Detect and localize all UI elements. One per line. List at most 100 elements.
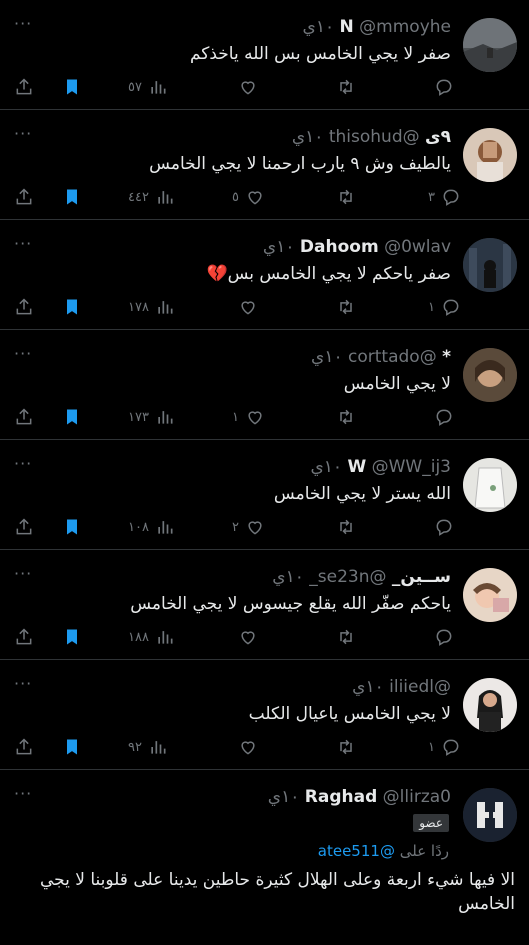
tweet-actions: ١ ١٧٣	[0, 404, 529, 430]
like-button[interactable]	[232, 74, 258, 100]
display-name[interactable]: *	[442, 347, 451, 367]
reply-button[interactable]	[428, 514, 454, 540]
avatar[interactable]	[463, 458, 517, 512]
reply-button[interactable]	[428, 404, 454, 430]
retweet-button[interactable]	[336, 514, 362, 540]
avatar[interactable]	[463, 238, 517, 292]
bookmark-button[interactable]	[62, 404, 82, 430]
timestamp[interactable]: ١٠ي	[268, 787, 300, 807]
avatar[interactable]	[463, 128, 517, 182]
reply-button[interactable]: ١	[428, 294, 461, 320]
bookmark-button[interactable]	[62, 74, 82, 100]
more-icon[interactable]: ···	[14, 124, 32, 143]
tweet[interactable]: ســين_ @se23n_ ١٠ي ··· ياحكم صفّر الله ي…	[0, 550, 529, 660]
views-button[interactable]: ٥٧	[128, 74, 168, 100]
timestamp[interactable]: ١٠ي	[263, 237, 295, 257]
views-button[interactable]: ٤٤٢	[128, 184, 175, 210]
tweet[interactable]: * @corttado ١٠ي ··· لا يجي الخامس ١ ١٧٣	[0, 330, 529, 440]
tweet[interactable]: Dahoom @0wlav ١٠ي ··· صفر ياحكم لا يجي ا…	[0, 220, 529, 330]
avatar[interactable]	[463, 678, 517, 732]
display-name[interactable]: ســين_	[392, 567, 451, 587]
display-name[interactable]: N	[340, 17, 354, 37]
avatar[interactable]	[463, 348, 517, 402]
views-icon	[155, 517, 175, 537]
like-button[interactable]: ١	[232, 404, 265, 430]
reply-button[interactable]	[428, 624, 454, 650]
reply-count: ٣	[428, 189, 435, 205]
share-button[interactable]	[14, 294, 34, 320]
share-button[interactable]	[14, 184, 34, 210]
more-icon[interactable]: ···	[14, 234, 32, 253]
retweet-button[interactable]	[336, 294, 362, 320]
reply-button[interactable]	[428, 74, 454, 100]
bookmark-button[interactable]	[62, 624, 82, 650]
retweet-icon	[336, 407, 356, 427]
views-button[interactable]: ١٧٨	[128, 294, 175, 320]
user-handle[interactable]: @se23n_	[309, 567, 386, 587]
retweet-button[interactable]	[336, 404, 362, 430]
tweet[interactable]: ٩ﻯ @thisohud ١٠ي ··· يالطيف وش ٩ يارب ار…	[0, 110, 529, 220]
bookmark-button[interactable]	[62, 294, 82, 320]
avatar[interactable]	[463, 788, 517, 842]
bookmark-button[interactable]	[62, 514, 82, 540]
display-name[interactable]: W	[347, 457, 366, 477]
like-count: ٢	[232, 519, 239, 535]
tweet[interactable]: W @WW_ij3 ١٠ي ··· الله يستر لا يجي الخام…	[0, 440, 529, 550]
reply-icon	[441, 187, 461, 207]
share-button[interactable]	[14, 734, 34, 760]
share-button[interactable]	[14, 624, 34, 650]
like-button[interactable]	[232, 624, 258, 650]
like-button[interactable]	[232, 734, 258, 760]
reply-button[interactable]: ٣	[428, 184, 461, 210]
more-icon[interactable]: ···	[14, 674, 32, 693]
retweet-button[interactable]	[336, 624, 362, 650]
views-button[interactable]: ١٠٨	[128, 514, 175, 540]
retweet-button[interactable]	[336, 184, 362, 210]
more-icon[interactable]: ···	[14, 784, 32, 803]
reply-button[interactable]: ١	[428, 734, 461, 760]
timestamp[interactable]: ١٠ي	[292, 127, 324, 147]
more-icon[interactable]: ···	[14, 14, 32, 33]
timestamp[interactable]: ١٠ي	[310, 457, 342, 477]
bookmark-button[interactable]	[62, 734, 82, 760]
avatar[interactable]	[463, 568, 517, 622]
tweet-text: صفر ياحكم لا يجي الخامس بس💔	[206, 264, 451, 284]
share-icon	[14, 187, 34, 207]
avatar[interactable]	[463, 18, 517, 72]
timestamp[interactable]: ١٠ي	[352, 677, 384, 697]
views-button[interactable]: ٩٢	[128, 734, 168, 760]
user-handle[interactable]: @0wlav	[384, 237, 451, 257]
user-handle[interactable]: @llirza0	[383, 787, 451, 807]
views-button[interactable]: ١٧٣	[128, 404, 175, 430]
tweet[interactable]: N @mmoyhe ١٠ي ··· صفر لا يجي الخامس بس ا…	[0, 0, 529, 110]
display-name[interactable]: Raghad	[305, 787, 377, 807]
views-button[interactable]: ١٨٨	[128, 624, 175, 650]
user-handle[interactable]: @thisohud	[329, 127, 420, 147]
retweet-button[interactable]	[336, 734, 362, 760]
tweet[interactable]: Raghad @llirza0 ١٠ي ··· عضو ردًا على @at…	[0, 770, 529, 945]
tweet[interactable]: @iliiedl ١٠ي ··· لا يجي الخامس ياعيال ال…	[0, 660, 529, 770]
reply-icon	[434, 407, 454, 427]
display-name[interactable]: Dahoom	[300, 237, 379, 257]
user-handle[interactable]: @iliiedl	[389, 677, 451, 697]
like-button[interactable]: ٢	[232, 514, 265, 540]
timestamp[interactable]: ١٠ي	[272, 567, 304, 587]
display-name[interactable]: ٩ﻯ	[425, 127, 451, 147]
more-icon[interactable]: ···	[14, 454, 32, 473]
replying-to-handle[interactable]: @atee511	[318, 842, 395, 860]
user-handle[interactable]: @mmoyhe	[359, 17, 451, 37]
retweet-button[interactable]	[336, 74, 362, 100]
user-handle[interactable]: @WW_ij3	[372, 457, 451, 477]
bookmark-button[interactable]	[62, 184, 82, 210]
timestamp[interactable]: ١٠ي	[311, 347, 343, 367]
views-count: ٤٤٢	[128, 189, 149, 205]
share-button[interactable]	[14, 74, 34, 100]
like-button[interactable]: ٥	[232, 184, 265, 210]
more-icon[interactable]: ···	[14, 344, 32, 363]
share-button[interactable]	[14, 514, 34, 540]
like-button[interactable]	[232, 294, 258, 320]
share-button[interactable]	[14, 404, 34, 430]
user-handle[interactable]: @corttado	[348, 347, 437, 367]
more-icon[interactable]: ···	[14, 564, 32, 583]
timestamp[interactable]: ١٠ي	[303, 17, 335, 37]
